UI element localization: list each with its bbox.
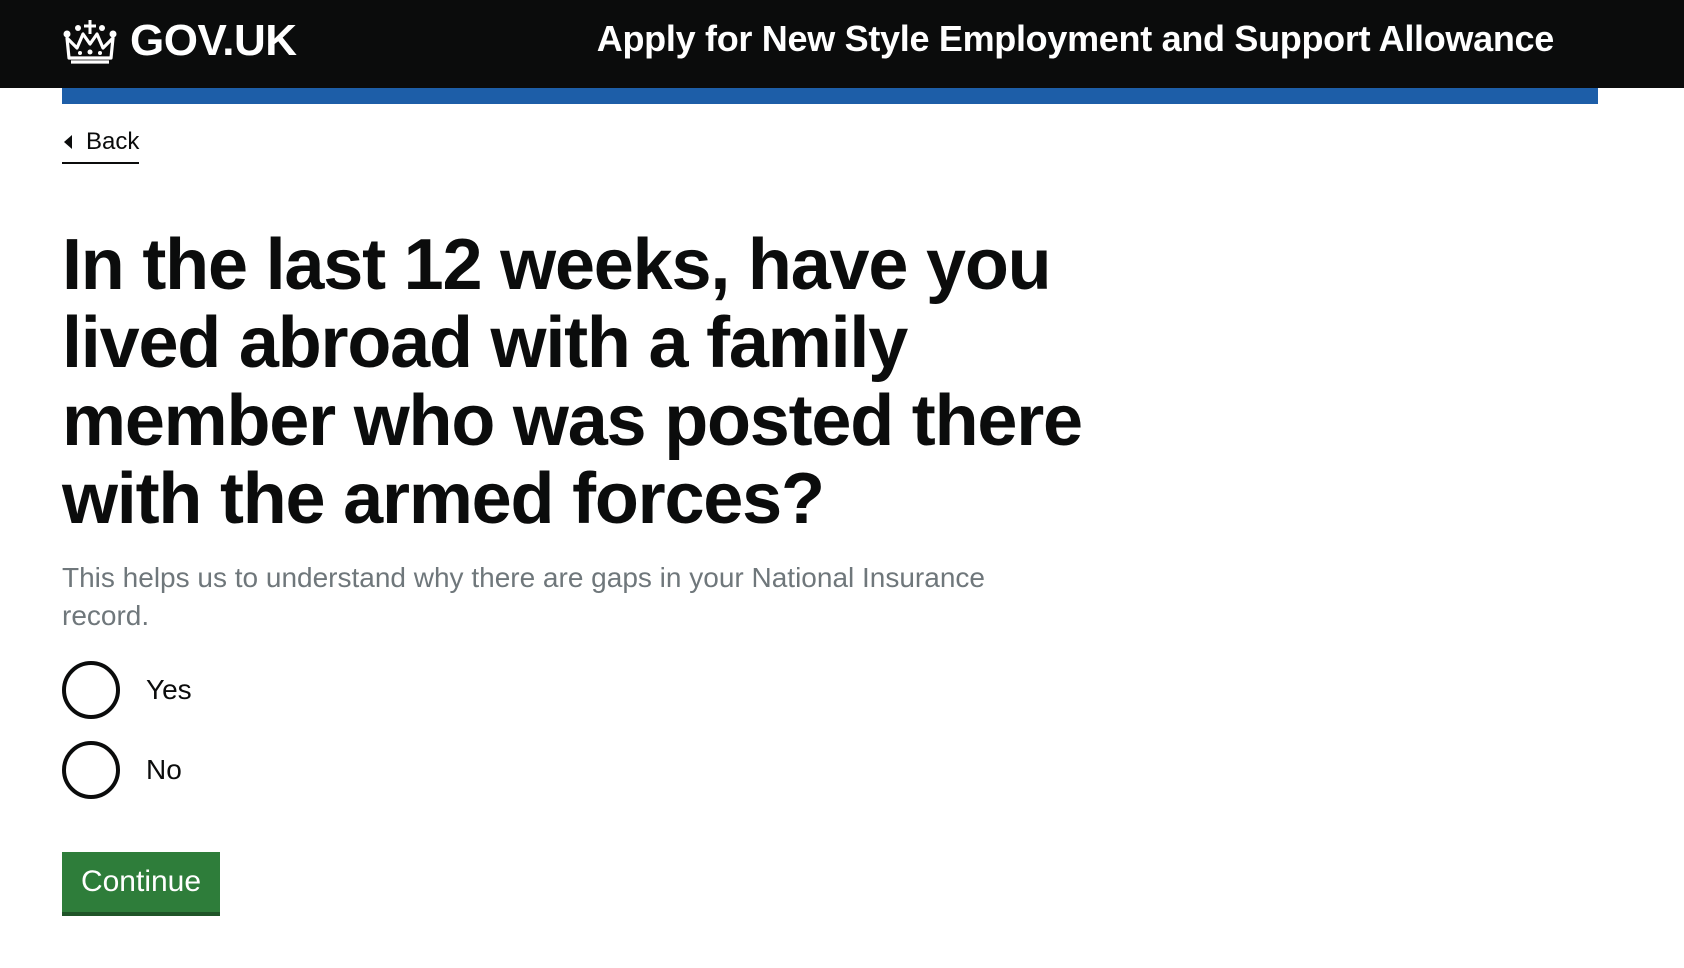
service-name[interactable]: Apply for New Style Employment and Suppo…: [597, 18, 1555, 60]
question-hint: This helps us to understand why there ar…: [62, 562, 985, 631]
triangle-left-icon: [64, 135, 72, 149]
crown-icon: [63, 20, 117, 64]
radio-button-yes[interactable]: [62, 661, 120, 719]
radio-option-no[interactable]: No: [62, 741, 182, 799]
radio-label-yes[interactable]: Yes: [146, 674, 192, 706]
back-label: Back: [86, 128, 140, 155]
govuk-logo-link[interactable]: GOV.UK: [62, 16, 297, 66]
back-link[interactable]: Back: [62, 124, 140, 164]
logo-text: GOV.UK: [130, 16, 297, 65]
radio-option-yes[interactable]: Yes: [62, 661, 192, 719]
site-header: GOV.UK Apply for New Style Employment an…: [0, 0, 1684, 88]
question-title: In the last 12 weeks, have you lived abr…: [62, 225, 1083, 539]
radio-button-no[interactable]: [62, 741, 120, 799]
continue-button[interactable]: Continue: [62, 852, 220, 912]
header-accent-bar: [62, 88, 1598, 104]
radio-label-no[interactable]: No: [146, 754, 182, 786]
